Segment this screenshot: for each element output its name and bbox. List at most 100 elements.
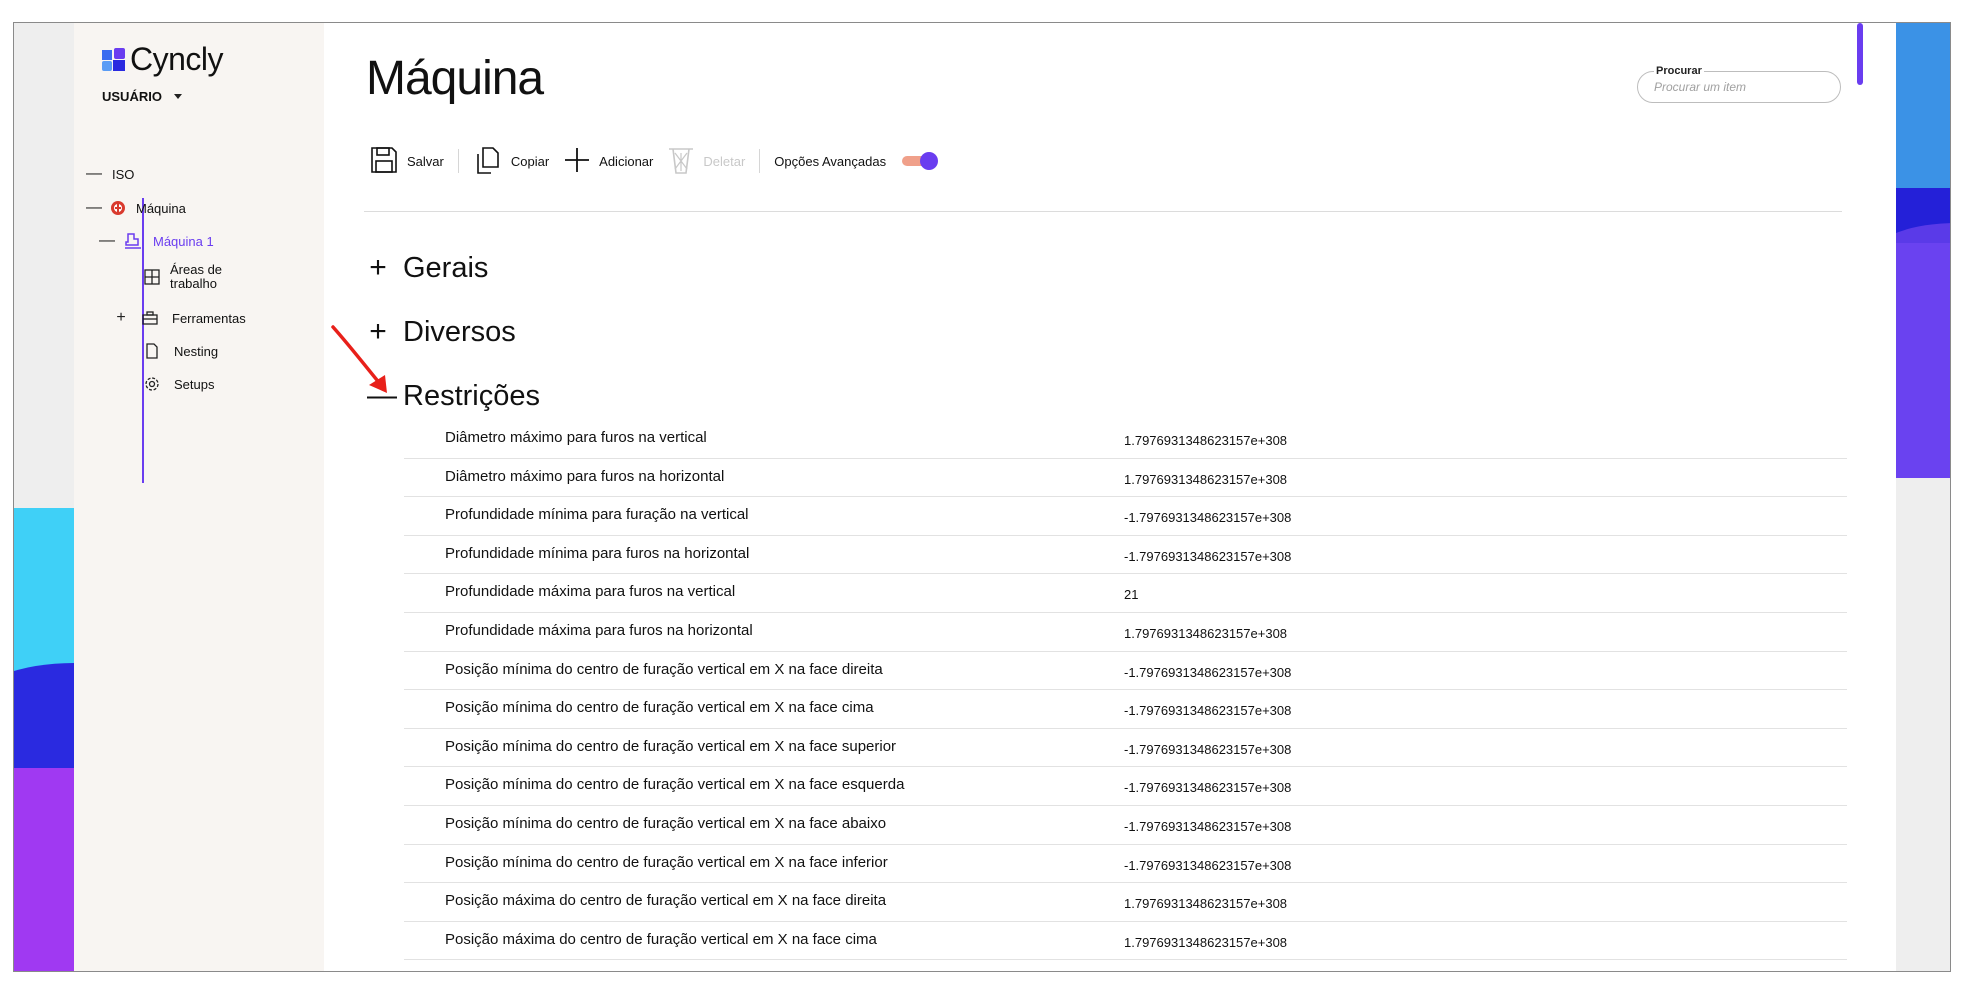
restriction-label: Profundidade máxima para furos na horizo… [445, 621, 753, 639]
toolbar-divider [759, 149, 761, 173]
restriction-value[interactable]: 1.7976931348623157e+308 [1124, 626, 1287, 641]
advanced-options-label: Opções Avançadas [774, 153, 887, 169]
table-row[interactable]: Posição mínima do centro de furação vert… [404, 806, 1847, 845]
caret-down-icon [173, 94, 182, 99]
restriction-value[interactable]: -1.7976931348623157e+308 [1124, 549, 1291, 564]
scrollbar-thumb[interactable] [1857, 23, 1863, 85]
table-row[interactable]: Diâmetro máximo para furos na vertical 1.… [404, 420, 1847, 459]
table-row[interactable]: Posição máxima do centro de furação vert… [404, 922, 1847, 961]
restriction-label: Posição mínima do centro de furação vert… [445, 776, 905, 794]
search-field[interactable]: Procurar [1637, 65, 1841, 103]
table-row[interactable]: Posição mínima do centro de furação vert… [404, 652, 1847, 691]
restrictions-table: Diâmetro máximo para furos na vertical 1.… [404, 420, 1847, 971]
delete-label: Deletar [703, 153, 746, 169]
restriction-label: Posição mínima do centro de furação vert… [445, 814, 887, 832]
machine-red-icon [108, 198, 128, 218]
table-row[interactable]: Posição máxima do centro de furação vert… [404, 883, 1847, 922]
restriction-value[interactable]: 1.7976931348623157e+308 [1124, 935, 1287, 950]
restriction-label: Profundidade mínima para furação na vert… [445, 506, 749, 524]
section-gerais[interactable]: + Gerais [367, 251, 488, 285]
table-row[interactable]: Profundidade mínima para furos na horizo… [404, 536, 1847, 575]
restriction-value[interactable]: -1.7976931348623157e+308 [1124, 819, 1291, 834]
table-row[interactable]: Profundidade mínima para furação na vert… [404, 497, 1847, 536]
table-row[interactable]: Posição máxima do centro de furação vert… [404, 960, 1847, 971]
sidebar: Cyncly USUÁRIO — ISO — Máquina — Máquina… [74, 23, 324, 971]
collapse-icon[interactable]: — [99, 232, 115, 250]
search-label: Procurar [1654, 65, 1704, 77]
restriction-value[interactable]: 1.7976931348623157e+308 [1124, 896, 1287, 911]
restriction-label: Posição máxima do centro de furação vert… [445, 892, 887, 910]
restriction-value[interactable]: -1.7976931348623157e+308 [1124, 703, 1291, 718]
add-button[interactable]: Adicionar [563, 146, 653, 177]
cyncly-logo-icon [102, 47, 126, 72]
document-icon [142, 341, 162, 361]
restriction-label: Posição máxima do centro de furação vert… [445, 969, 899, 971]
restriction-value[interactable]: 21 [1124, 587, 1138, 602]
section-title: Gerais [403, 251, 489, 284]
expand-icon[interactable]: + [367, 251, 389, 285]
brand-name: Cyncly [130, 41, 224, 77]
delete-button[interactable]: Deletar [667, 145, 745, 178]
restriction-value[interactable]: -1.7976931348623157e+308 [1124, 665, 1291, 680]
restriction-value[interactable]: 1.7976931348623157e+308 [1124, 433, 1287, 448]
restriction-value[interactable]: 1.7976931348623157e+308 [1124, 472, 1287, 487]
sidebar-item-label: Máquina [136, 200, 186, 216]
sidebar-item-nesting[interactable]: Nesting [142, 341, 218, 361]
collapse-icon[interactable]: — [86, 165, 102, 183]
table-row[interactable]: Posição mínima do centro de furação vert… [404, 729, 1847, 768]
sidebar-item-iso[interactable]: — ISO [86, 165, 134, 183]
expand-icon[interactable]: + [114, 309, 128, 327]
table-row[interactable]: Profundidade máxima para furos na vertic… [404, 574, 1847, 613]
collapse-icon[interactable]: — [86, 199, 102, 217]
brand-logo[interactable]: Cyncly [102, 41, 224, 78]
restriction-label: Diâmetro máximo para furos na vertical [445, 429, 707, 446]
annotation-arrow-icon [331, 325, 387, 393]
toggle-switch[interactable] [902, 152, 939, 170]
restriction-value[interactable]: -1.7976931348623157e+308 [1124, 858, 1291, 873]
table-row[interactable]: Posição mínima do centro de furação vert… [404, 690, 1847, 729]
main-content: Máquina Procurar Salvar Copiar [324, 23, 1896, 971]
page-title: Máquina [366, 52, 544, 105]
grid-icon [142, 267, 162, 287]
copy-label: Copiar [510, 153, 550, 169]
save-button[interactable]: Salvar [369, 145, 444, 178]
restriction-label: Posição mínima do centro de furação vert… [445, 853, 888, 871]
sidebar-item-maquina-1[interactable]: — Máquina 1 [99, 231, 214, 251]
table-row[interactable]: Posição mínima do centro de furação vert… [404, 845, 1847, 884]
restriction-value[interactable]: -1.7976931348623157e+308 [1124, 742, 1291, 757]
sidebar-item-label: Ferramentas [172, 310, 246, 326]
toolbar: Salvar Copiar Adicionar Deletar Opções A… [369, 141, 952, 181]
gear-icon [142, 374, 162, 394]
sidebar-item-label: Máquina 1 [153, 233, 214, 249]
toolbar-divider-line [364, 211, 1842, 212]
sidebar-item-ferramentas[interactable]: + Ferramentas [114, 308, 246, 328]
trash-icon [667, 145, 695, 178]
table-row[interactable]: Profundidade máxima para furos na horizo… [404, 613, 1847, 652]
advanced-options-toggle[interactable]: Opções Avançadas [774, 152, 939, 170]
table-row[interactable]: Posição mínima do centro de furação vert… [404, 767, 1847, 806]
copy-icon [473, 145, 503, 178]
restriction-value[interactable]: -1.7976931348623157e+308 [1124, 780, 1291, 795]
sidebar-item-maquina[interactable]: — Máquina [86, 198, 186, 218]
restriction-label: Posição mínima do centro de furação vert… [445, 737, 897, 755]
copy-button[interactable]: Copiar [473, 145, 549, 178]
app-window: Cyncly USUÁRIO — ISO — Máquina — Máquina… [13, 22, 1951, 972]
toolbar-divider [457, 149, 459, 173]
restriction-label: Profundidade mínima para furos na horizo… [445, 544, 750, 562]
section-title: Diversos [403, 315, 516, 348]
user-menu[interactable]: USUÁRIO [102, 89, 182, 104]
sidebar-item-setups[interactable]: Setups [142, 374, 214, 394]
search-input[interactable] [1654, 80, 1824, 94]
table-row[interactable]: Diâmetro máximo para furos na horizontal… [404, 459, 1847, 498]
restriction-value[interactable]: -1.7976931348623157e+308 [1124, 510, 1291, 525]
sidebar-item-areas[interactable]: Áreas de trabalho [142, 263, 262, 291]
save-icon [369, 145, 399, 178]
toolbox-icon [140, 308, 160, 328]
sidebar-item-label: Setups [174, 376, 215, 392]
save-label: Salvar [407, 153, 444, 169]
section-title: Restrições [403, 379, 540, 412]
user-label: USUÁRIO [102, 89, 162, 104]
left-decoration [14, 23, 74, 971]
restriction-label: Posição máxima do centro de furação vert… [445, 930, 877, 948]
restriction-label: Profundidade máxima para furos na vertic… [445, 583, 736, 601]
